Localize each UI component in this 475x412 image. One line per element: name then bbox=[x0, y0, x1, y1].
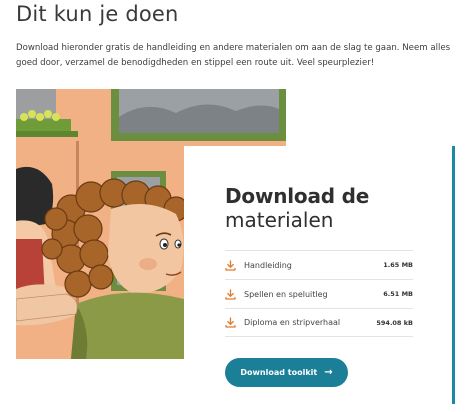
download-icon bbox=[225, 317, 236, 329]
download-toolkit-label: Download toolkit bbox=[240, 368, 318, 377]
download-size: 6.51 MB bbox=[383, 290, 413, 298]
download-label: Handleiding bbox=[244, 260, 292, 270]
download-icon bbox=[225, 288, 236, 300]
download-toolkit-button[interactable]: Download toolkit → bbox=[225, 358, 348, 387]
page-title: Dit kun je doen bbox=[16, 2, 179, 26]
card-title-bold: Download de bbox=[225, 184, 370, 208]
download-label: Diploma en stripverhaal bbox=[244, 318, 341, 327]
download-label: Spellen en speluitleg bbox=[244, 289, 328, 299]
download-icon bbox=[225, 259, 236, 271]
download-item-diploma[interactable]: Diploma en stripverhaal 594.08 kB bbox=[225, 308, 413, 337]
download-list: Handleiding 1.65 MB Spellen en speluitle… bbox=[225, 250, 413, 337]
download-item-spellen[interactable]: Spellen en speluitleg 6.51 MB bbox=[225, 279, 413, 308]
download-size: 594.08 kB bbox=[376, 318, 413, 327]
card-title-light: materialen bbox=[225, 208, 334, 232]
card-accent-bar bbox=[452, 146, 455, 404]
arrow-right-icon: → bbox=[324, 366, 333, 378]
intro-text: Download hieronder gratis de handleiding… bbox=[16, 43, 451, 68]
download-item-handleiding[interactable]: Handleiding 1.65 MB bbox=[225, 250, 413, 279]
download-size: 1.65 MB bbox=[383, 261, 413, 269]
